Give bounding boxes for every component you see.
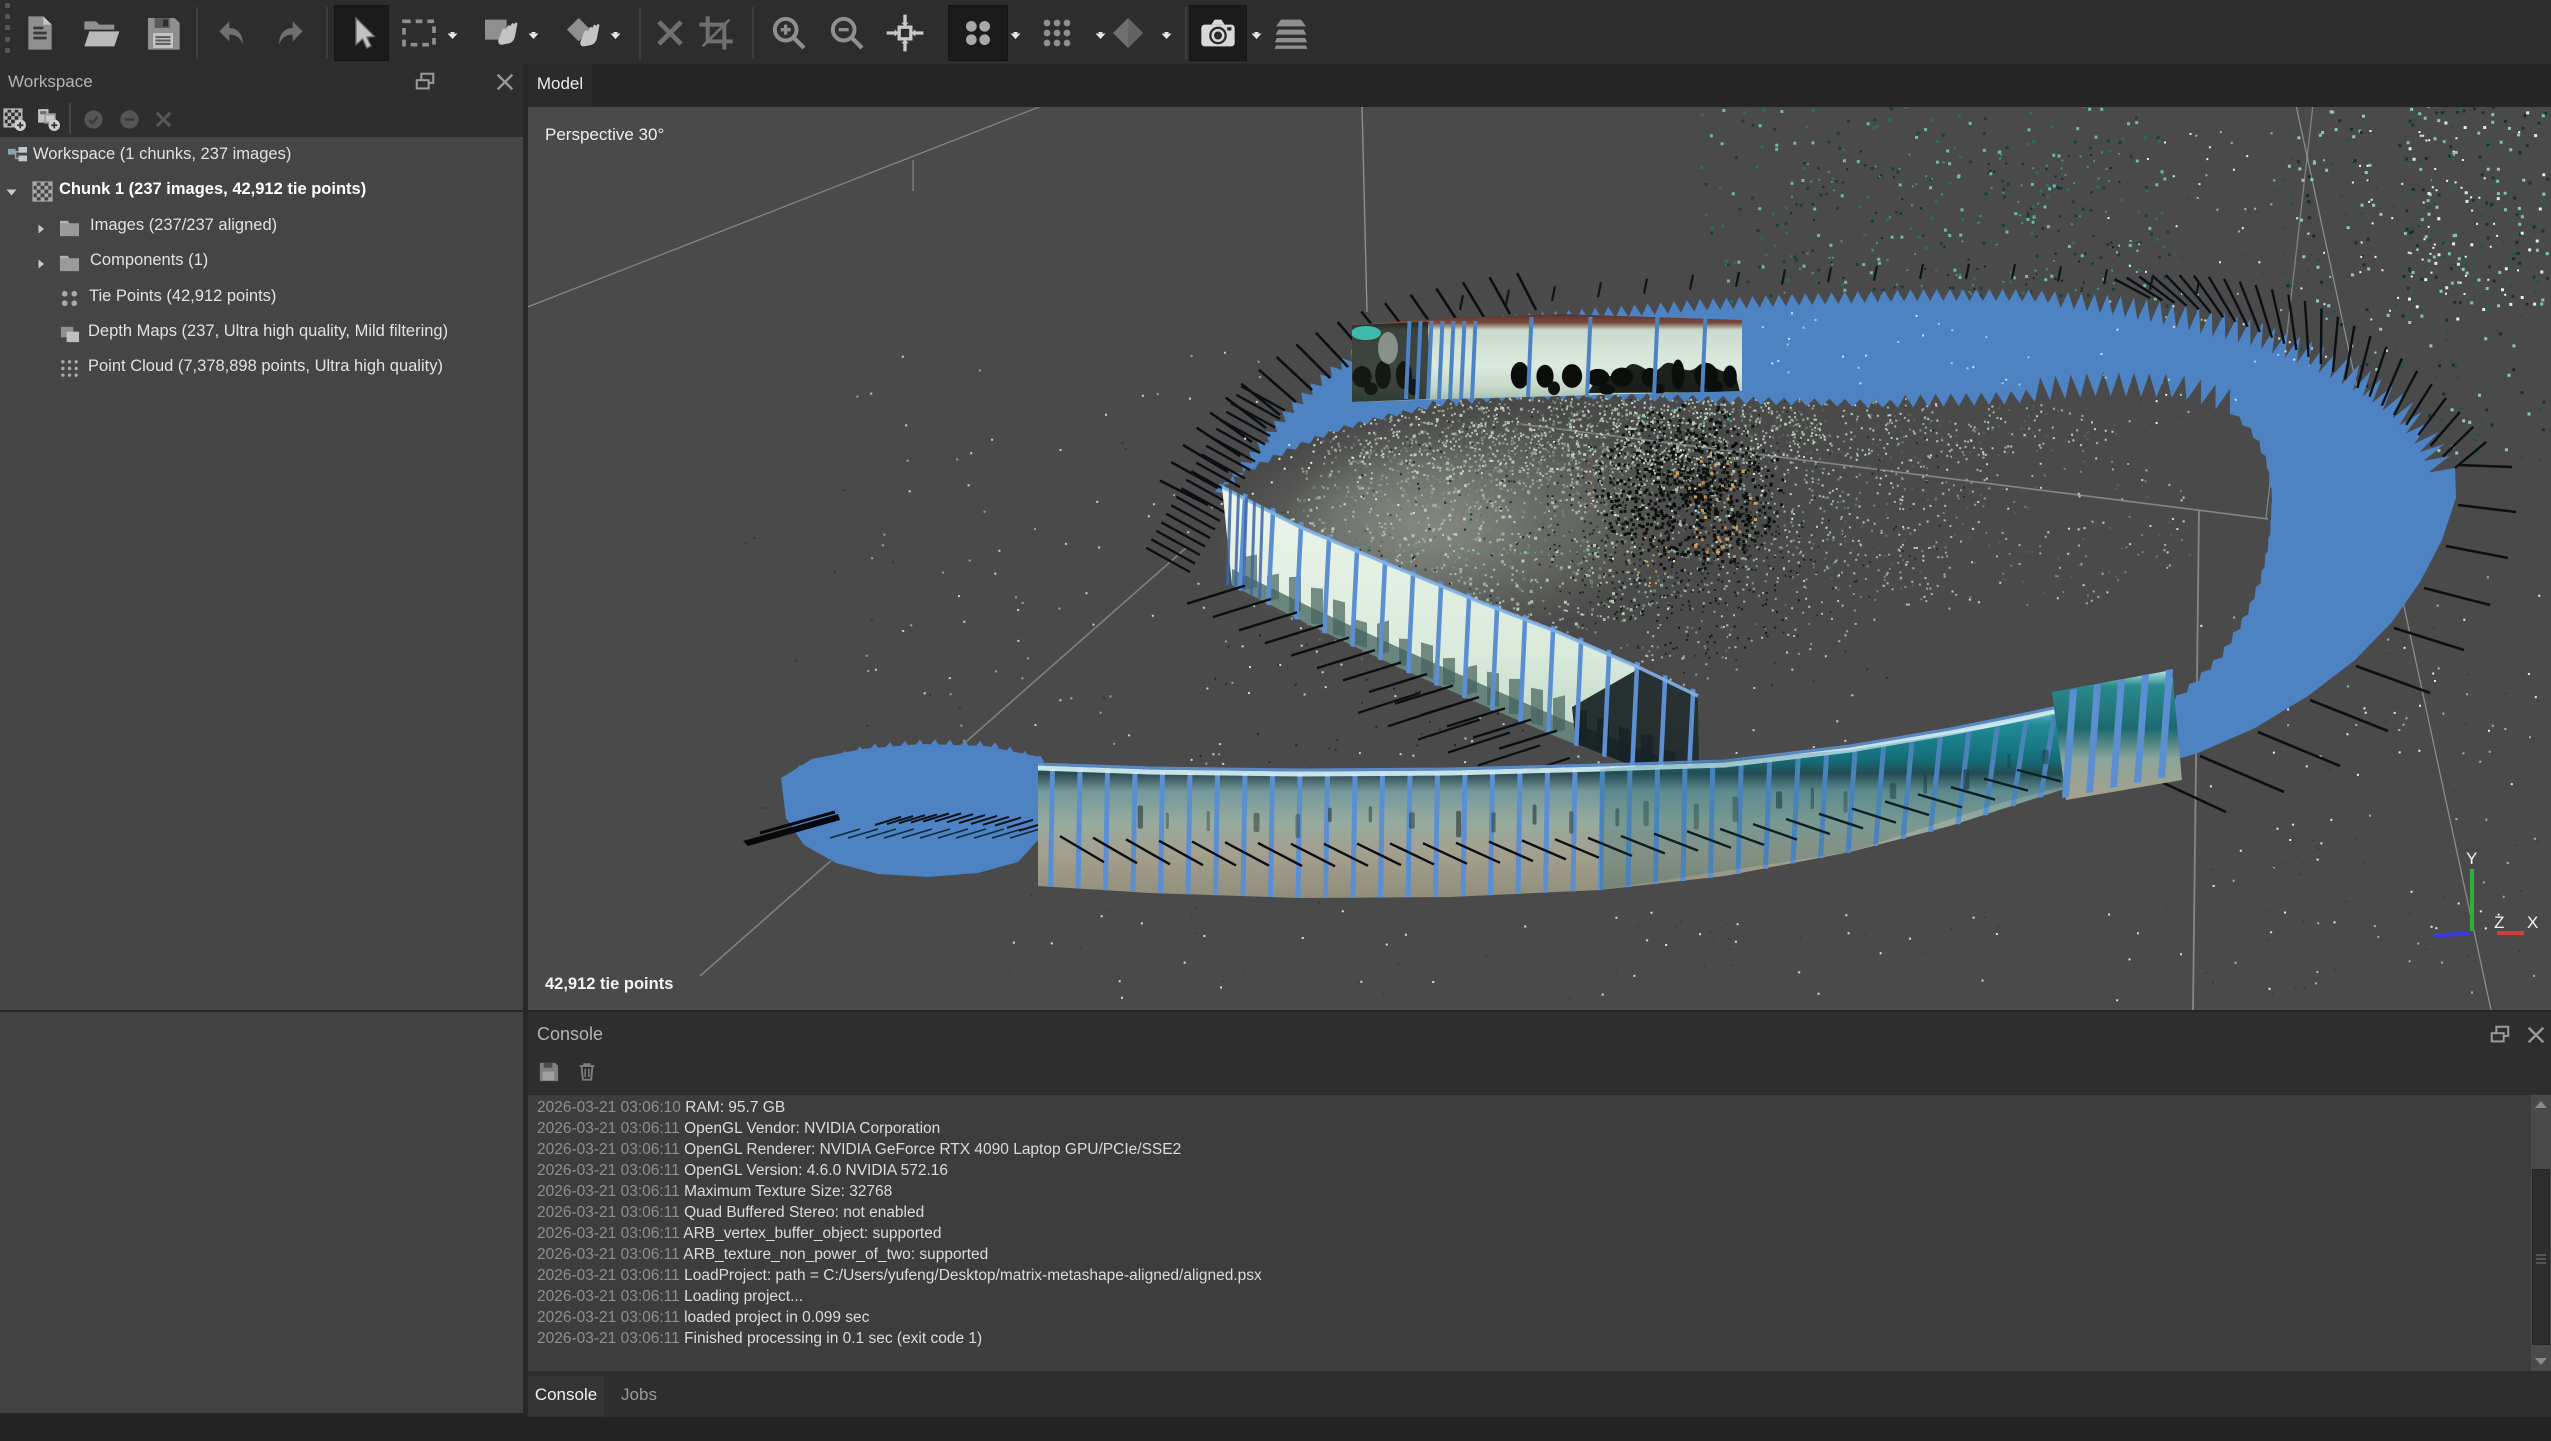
svg-text:Y: Y: [2466, 849, 2477, 868]
svg-text:42,912 tie points: 42,912 tie points: [545, 975, 673, 993]
svg-text:X: X: [2527, 913, 2538, 932]
svg-text:Perspective 30°: Perspective 30°: [545, 125, 664, 144]
svg-text:Z: Z: [2494, 913, 2504, 932]
